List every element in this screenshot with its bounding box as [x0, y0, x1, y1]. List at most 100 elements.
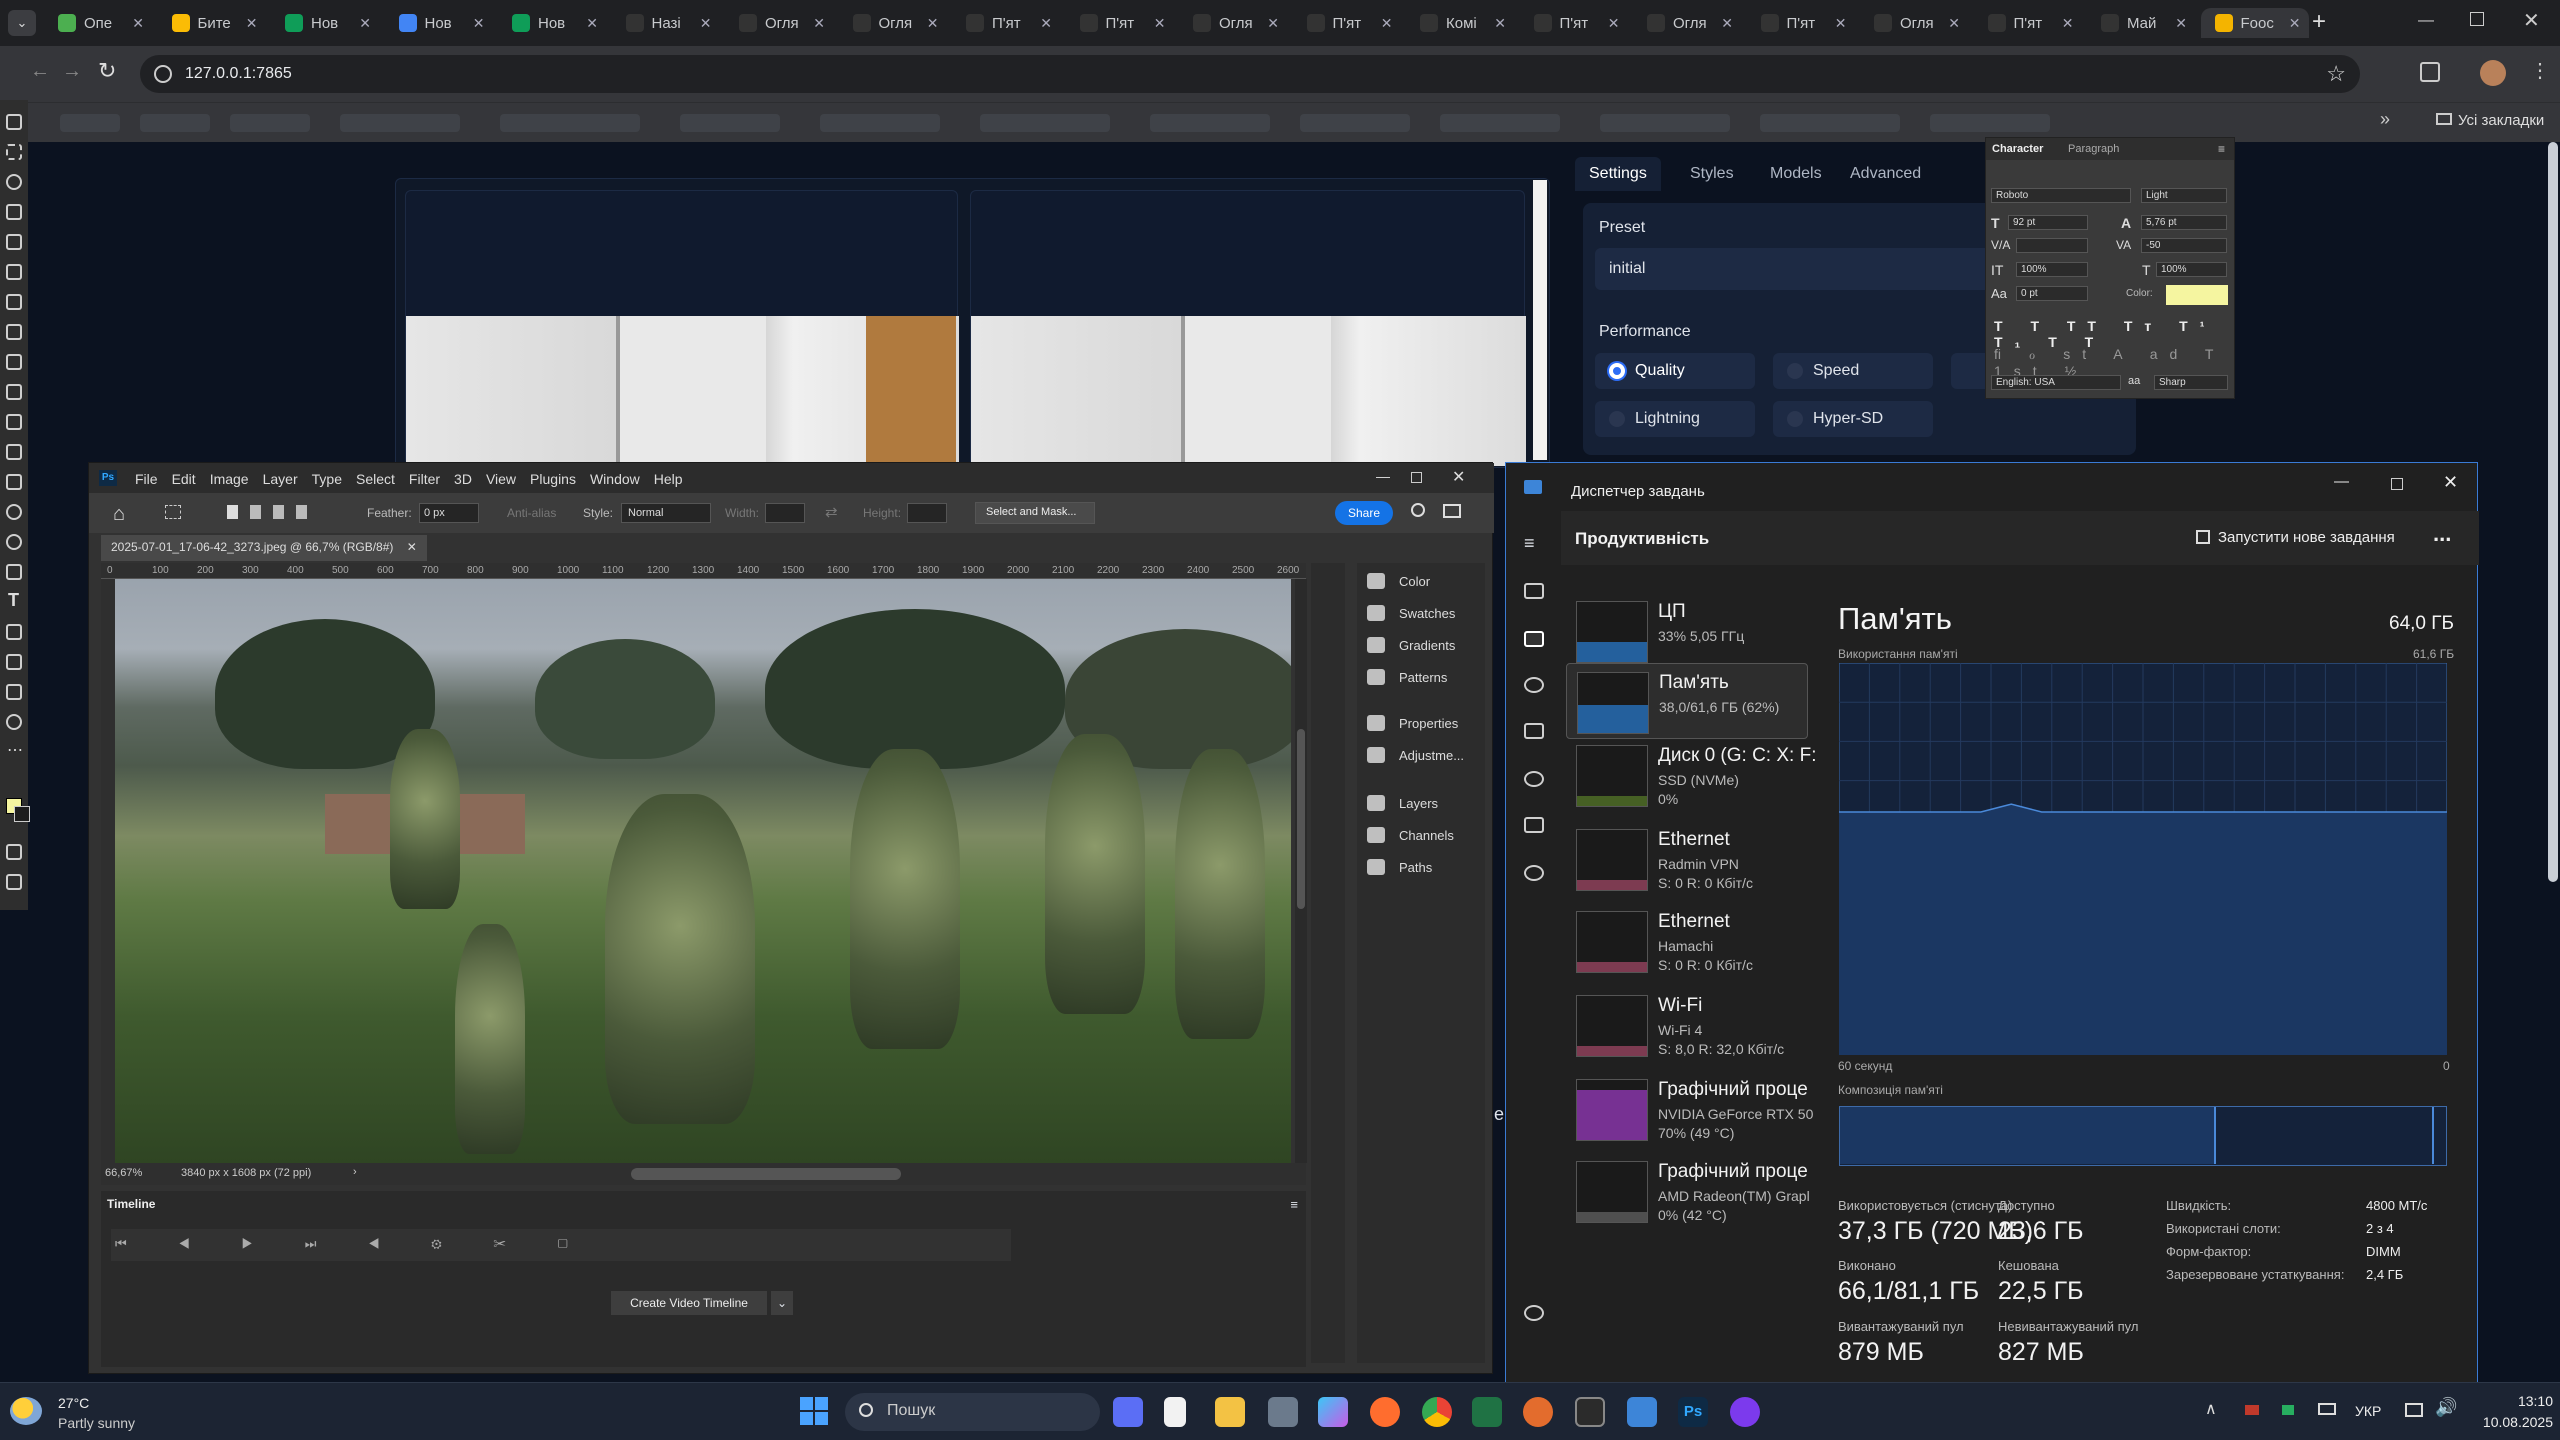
task-manager-icon[interactable] — [1627, 1397, 1657, 1427]
selection-mode-icons[interactable] — [227, 505, 307, 521]
browser-tab[interactable]: Нов ✕ — [385, 8, 493, 38]
page-scrollbar[interactable] — [2548, 142, 2558, 882]
antialias-select[interactable]: Sharp — [2154, 375, 2228, 390]
option-lightning[interactable]: Lightning — [1595, 401, 1755, 437]
browser-tab[interactable]: П'ят ✕ — [1293, 8, 1401, 38]
font-size-field[interactable]: 92 pt — [2008, 215, 2088, 230]
perf-item[interactable]: Диск 0 (G: C: X: F: SSD (NVMe) 0% — [1566, 737, 1816, 813]
gallery-image-2[interactable] — [970, 190, 1526, 466]
browser-tab[interactable]: Огля ✕ — [839, 8, 947, 38]
crop-tool-icon[interactable] — [6, 234, 22, 250]
perf-item[interactable]: Графічний проце AMD Radeon(TM) Grapl 0% (4… — [1566, 1153, 1810, 1229]
browser-menu-icon[interactable]: ⋮ — [2530, 58, 2550, 83]
tab-close-icon[interactable]: ✕ — [927, 15, 939, 32]
vertical-scale-field[interactable]: 100% — [2016, 262, 2088, 277]
tab-close-icon[interactable]: ✕ — [1494, 15, 1506, 32]
panel-layers[interactable]: Layers — [1367, 795, 1438, 811]
hand-tool-icon[interactable] — [6, 684, 22, 700]
browser-tab[interactable]: П'ят ✕ — [1747, 8, 1855, 38]
users-icon[interactable] — [1524, 771, 1544, 787]
bookmark-star-icon[interactable]: ☆ — [2326, 55, 2346, 93]
file-icon[interactable] — [1164, 1397, 1186, 1427]
more-tools-icon[interactable]: ⋯ — [7, 740, 23, 760]
settings-app-icon[interactable] — [1523, 1397, 1553, 1427]
timeline-tab[interactable]: Timeline — [107, 1197, 155, 1211]
blur-tool-icon[interactable] — [6, 504, 22, 520]
status-arrow-icon[interactable]: › — [353, 1166, 357, 1178]
panel-paths[interactable]: Paths — [1367, 859, 1432, 875]
calculator-icon[interactable] — [1268, 1397, 1298, 1427]
profile-avatar[interactable] — [2480, 60, 2506, 86]
share-button[interactable]: Share — [1335, 501, 1393, 525]
playback-controls[interactable]: ⏮ ◀ ▶ ⏭ ◀ ⚙ ✂ ▢ — [111, 1229, 1011, 1261]
menu-window[interactable]: Window — [590, 471, 640, 487]
perf-item[interactable]: ЦП 33% 5,05 ГГц — [1566, 593, 1808, 669]
option-quality[interactable]: Quality — [1595, 353, 1755, 389]
eraser-tool-icon[interactable] — [6, 444, 22, 460]
browser-tab[interactable]: Fooc ✕ — [2200, 8, 2309, 38]
menu-file[interactable]: File — [135, 471, 158, 487]
font-family-select[interactable]: Roboto — [1991, 188, 2131, 203]
keyboard-icon[interactable] — [2318, 1403, 2336, 1415]
brush-tool-icon[interactable] — [6, 354, 22, 370]
close-icon[interactable]: ✕ — [2523, 8, 2540, 33]
image-canvas[interactable] — [115, 579, 1291, 1163]
browser-tab[interactable]: Огля ✕ — [1179, 8, 1287, 38]
browser-tab[interactable]: Огля ✕ — [1860, 8, 1968, 38]
faux-style-buttons[interactable]: T T TT Tт T¹ T₁ T T — [1994, 318, 2229, 350]
tab-paragraph[interactable]: Paragraph — [2068, 143, 2119, 155]
copilot-icon[interactable] — [1318, 1397, 1348, 1427]
language-indicator[interactable]: УКР — [2355, 1403, 2381, 1419]
tab-close-icon[interactable]: ✕ — [813, 15, 825, 32]
tab-close-icon[interactable]: ✕ — [1040, 15, 1052, 32]
line-tool-icon[interactable] — [6, 654, 22, 670]
forward-icon[interactable]: → — [62, 60, 82, 83]
tab-close-icon[interactable]: ✕ — [1948, 15, 1960, 32]
marquee-tool-icon[interactable] — [165, 505, 181, 519]
quick-mask-icon[interactable] — [6, 844, 22, 860]
workspace-icon[interactable] — [1443, 504, 1461, 518]
performance-icon[interactable] — [1524, 631, 1544, 647]
font-style-select[interactable]: Light — [2141, 188, 2227, 203]
app-history-icon[interactable] — [1524, 677, 1544, 693]
home-icon[interactable]: ⌂ — [113, 503, 125, 526]
kerning-field[interactable] — [2016, 238, 2088, 253]
tab-advanced[interactable]: Advanced — [1850, 165, 1921, 183]
canvas-h-scrollbar[interactable] — [631, 1168, 901, 1180]
tab-close-icon[interactable]: ✕ — [2062, 15, 2074, 32]
start-button[interactable] — [800, 1397, 828, 1425]
menu-help[interactable]: Help — [654, 471, 683, 487]
perf-item[interactable]: Ethernet Radmin VPN S: 0 R: 0 Кбіт/с — [1566, 821, 1808, 897]
panel-gradients[interactable]: Gradients — [1367, 637, 1455, 653]
site-info-icon[interactable] — [154, 65, 172, 83]
browser-tab[interactable]: Нов ✕ — [498, 8, 606, 38]
tab-close-icon[interactable]: ✕ — [359, 15, 371, 32]
firefox-icon[interactable] — [1370, 1397, 1400, 1427]
style-select[interactable]: Normal — [621, 503, 711, 523]
preset-dropdown[interactable]: initial — [1595, 248, 1995, 290]
panel-adjustme[interactable]: Adjustme... — [1367, 747, 1464, 763]
marquee-tool-icon[interactable] — [6, 144, 22, 160]
panel-swatches[interactable]: Swatches — [1367, 605, 1455, 621]
menu-layer[interactable]: Layer — [263, 471, 298, 487]
quick-select-icon[interactable] — [6, 204, 22, 220]
tab-close-icon[interactable]: ✕ — [1835, 15, 1847, 32]
tm-close-icon[interactable]: ✕ — [2443, 472, 2458, 493]
processes-icon[interactable] — [1524, 583, 1544, 599]
ps-minimize-icon[interactable]: — — [1376, 468, 1390, 484]
background-color-swatch[interactable] — [14, 806, 30, 822]
calendar-app-icon[interactable] — [1113, 1397, 1143, 1427]
browser-tab[interactable]: П'ят ✕ — [952, 8, 1060, 38]
reload-icon[interactable]: ↻ — [98, 58, 116, 84]
taskbar-search[interactable]: Пошук — [845, 1393, 1100, 1431]
tab-close-icon[interactable]: ✕ — [1154, 15, 1166, 32]
doc-close-icon[interactable]: ✕ — [407, 540, 417, 554]
eyedropper-icon[interactable] — [6, 294, 22, 310]
services-icon[interactable] — [1524, 865, 1544, 881]
menu-edit[interactable]: Edit — [172, 471, 196, 487]
browser-tab[interactable]: Огля ✕ — [725, 8, 833, 38]
document-tab[interactable]: 2025-07-01_17-06-42_3273.jpeg @ 66,7% (R… — [101, 535, 427, 561]
horizontal-scale-field[interactable]: 100% — [2156, 262, 2227, 277]
gradient-tool-icon[interactable] — [6, 474, 22, 490]
network-icon[interactable] — [2405, 1403, 2423, 1417]
